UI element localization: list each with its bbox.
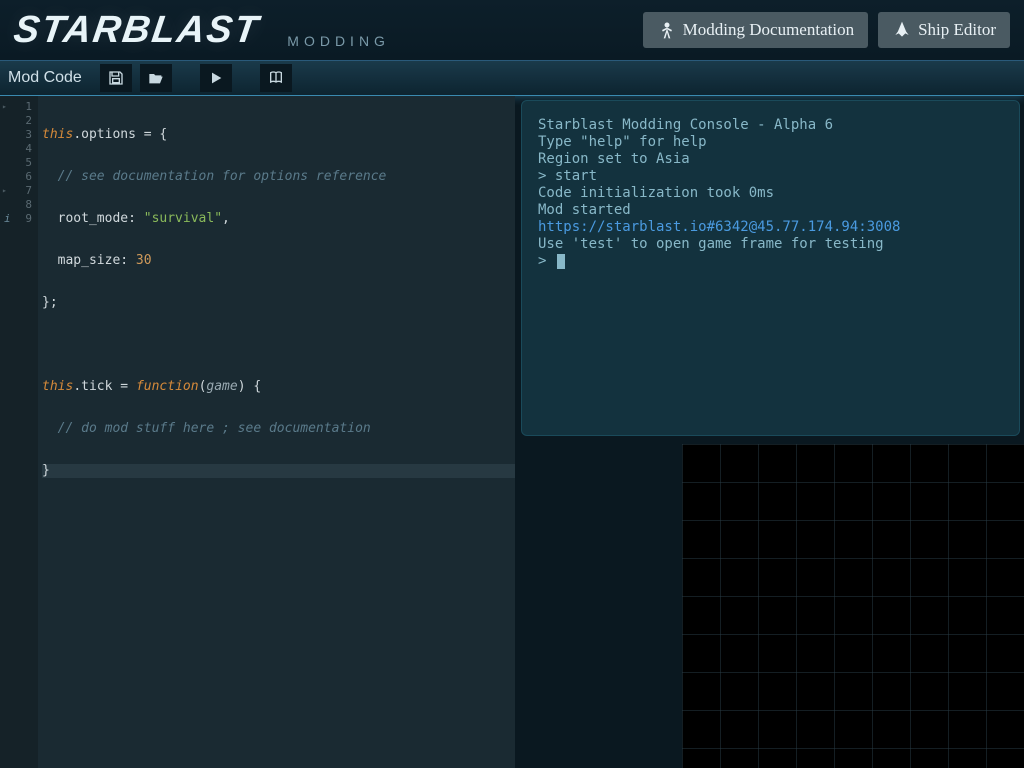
- console-link[interactable]: https://starblast.io#6342@45.77.174.94:3…: [538, 219, 1003, 236]
- line-number: 6: [0, 170, 32, 184]
- play-icon: [208, 70, 224, 86]
- code-line: };: [42, 296, 515, 310]
- header: STARBLAST MODDING Modding Documentation …: [0, 0, 1024, 60]
- run-button[interactable]: [200, 64, 232, 92]
- folder-open-icon: [148, 70, 164, 86]
- docs-button[interactable]: [260, 64, 292, 92]
- cursor-icon: [557, 254, 565, 269]
- code-line: root_mode: "survival",: [42, 212, 515, 226]
- code-line: this.options = {: [42, 128, 515, 142]
- line-number: 2: [0, 114, 32, 128]
- code-content[interactable]: this.options = { // see documentation fo…: [42, 100, 515, 506]
- logo-subtitle: MODDING: [287, 33, 390, 49]
- right-panel: Starblast Modding Console - Alpha 6 Type…: [515, 96, 1024, 768]
- line-number: 3: [0, 128, 32, 142]
- console-line: Mod started: [538, 202, 1003, 219]
- code-line: // see documentation for options referen…: [42, 170, 515, 184]
- code-line: map_size: 30: [42, 254, 515, 268]
- ship-label: Ship Editor: [918, 20, 996, 40]
- console-line: > start: [538, 168, 1003, 185]
- main: 1 2 3 4 5 6 7 8 9 this.options = { // se…: [0, 96, 1024, 768]
- toolbar-label: Mod Code: [8, 69, 82, 87]
- preview-grid[interactable]: [682, 444, 1024, 768]
- code-line: // do mod stuff here ; see documentation: [42, 422, 515, 436]
- line-number: 1: [0, 100, 32, 114]
- line-number: 7: [0, 184, 32, 198]
- ship-editor-button[interactable]: Ship Editor: [878, 12, 1010, 48]
- console-line: Starblast Modding Console - Alpha 6: [538, 117, 1003, 134]
- line-number: 8: [0, 198, 32, 212]
- console-line: Region set to Asia: [538, 151, 1003, 168]
- console-line: Use 'test' to open game frame for testin…: [538, 236, 1003, 253]
- console-line: Code initialization took 0ms: [538, 185, 1003, 202]
- console-prompt[interactable]: >: [538, 253, 1003, 270]
- logo: STARBLAST: [11, 9, 262, 52]
- docs-label: Modding Documentation: [683, 20, 854, 40]
- open-button[interactable]: [140, 64, 172, 92]
- toolbar: Mod Code: [0, 60, 1024, 96]
- console-line: Type "help" for help: [538, 134, 1003, 151]
- line-number: 9: [0, 212, 32, 226]
- code-editor[interactable]: 1 2 3 4 5 6 7 8 9 this.options = { // se…: [0, 96, 515, 768]
- line-number: 5: [0, 156, 32, 170]
- code-line: [42, 338, 515, 352]
- console[interactable]: Starblast Modding Console - Alpha 6 Type…: [521, 100, 1020, 436]
- code-line: }: [42, 464, 515, 478]
- save-button[interactable]: [100, 64, 132, 92]
- save-icon: [108, 70, 124, 86]
- book-icon: [268, 70, 284, 86]
- code-line: this.tick = function(game) {: [42, 380, 515, 394]
- modding-documentation-button[interactable]: Modding Documentation: [643, 12, 868, 48]
- ship-icon: [892, 20, 912, 40]
- line-number: 4: [0, 142, 32, 156]
- person-icon: [657, 20, 677, 40]
- header-buttons: Modding Documentation Ship Editor: [643, 12, 1010, 48]
- gutter: 1 2 3 4 5 6 7 8 9: [0, 96, 38, 768]
